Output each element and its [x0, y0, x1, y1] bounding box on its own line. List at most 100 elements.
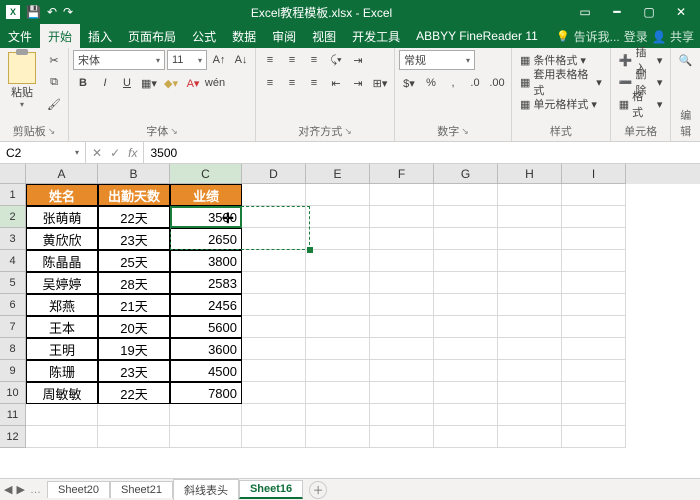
- cell[interactable]: 22天: [98, 382, 170, 404]
- col-header[interactable]: I: [562, 164, 626, 184]
- cell[interactable]: 陈珊: [26, 360, 98, 382]
- cell[interactable]: [306, 382, 370, 404]
- cell[interactable]: [370, 382, 434, 404]
- cell[interactable]: [306, 184, 370, 206]
- cell[interactable]: [562, 404, 626, 426]
- col-header[interactable]: C: [170, 164, 242, 184]
- sheet-tab[interactable]: Sheet21: [110, 481, 173, 498]
- tab-formulas[interactable]: 公式: [184, 24, 224, 48]
- cell[interactable]: [306, 316, 370, 338]
- cell[interactable]: [98, 426, 170, 448]
- tab-file[interactable]: 文件: [0, 24, 40, 48]
- fx-icon[interactable]: fx: [128, 146, 137, 160]
- enter-icon[interactable]: ✓: [110, 146, 120, 160]
- cell[interactable]: [434, 360, 498, 382]
- cell[interactable]: 陈晶晶: [26, 250, 98, 272]
- cell[interactable]: 23天: [98, 360, 170, 382]
- cell[interactable]: [434, 206, 498, 228]
- fill-handle[interactable]: [307, 247, 313, 253]
- font-color-icon[interactable]: A▾: [183, 73, 203, 93]
- col-header[interactable]: H: [498, 164, 562, 184]
- cell[interactable]: 28天: [98, 272, 170, 294]
- cell[interactable]: [370, 294, 434, 316]
- dialog-launcher-icon[interactable]: ↘: [170, 126, 178, 137]
- formula-input[interactable]: 3500: [144, 142, 700, 163]
- orientation-icon[interactable]: ⤹▾: [326, 50, 346, 70]
- cell[interactable]: [498, 338, 562, 360]
- row-header[interactable]: 7: [0, 316, 26, 338]
- cell[interactable]: [170, 426, 242, 448]
- cell[interactable]: [498, 360, 562, 382]
- row-header[interactable]: 6: [0, 294, 26, 316]
- increase-font-icon[interactable]: A↑: [209, 50, 229, 70]
- cell[interactable]: 22天: [98, 206, 170, 228]
- phonetic-icon[interactable]: wén: [205, 73, 225, 93]
- cell[interactable]: [26, 404, 98, 426]
- align-right-icon[interactable]: ≡: [304, 73, 324, 93]
- cell[interactable]: 20天: [98, 316, 170, 338]
- cell[interactable]: [370, 228, 434, 250]
- cell[interactable]: 2650: [170, 228, 242, 250]
- qat-undo-icon[interactable]: ↶: [47, 5, 57, 19]
- dialog-launcher-icon[interactable]: ↘: [48, 126, 56, 137]
- fill-color-icon[interactable]: ◆▾: [161, 73, 181, 93]
- cell[interactable]: [562, 426, 626, 448]
- row-header[interactable]: 12: [0, 426, 26, 448]
- cell[interactable]: 王本: [26, 316, 98, 338]
- cell[interactable]: [434, 316, 498, 338]
- row-header[interactable]: 10: [0, 382, 26, 404]
- new-sheet-button[interactable]: ＋: [309, 481, 327, 499]
- cell[interactable]: [306, 338, 370, 360]
- cell[interactable]: 姓名: [26, 184, 98, 206]
- signin-link[interactable]: 登录: [624, 28, 648, 45]
- cell[interactable]: [562, 294, 626, 316]
- col-header[interactable]: A: [26, 164, 98, 184]
- cell[interactable]: [498, 316, 562, 338]
- table-format-button[interactable]: ▦ 套用表格格式 ▾: [516, 72, 606, 92]
- decrease-font-icon[interactable]: A↓: [231, 50, 251, 70]
- row-header[interactable]: 3: [0, 228, 26, 250]
- tab-abbyy[interactable]: ABBYY FineReader 11: [408, 24, 546, 48]
- cell[interactable]: [434, 228, 498, 250]
- cell[interactable]: [562, 360, 626, 382]
- tab-devtools[interactable]: 开发工具: [344, 24, 408, 48]
- tab-insert[interactable]: 插入: [80, 24, 120, 48]
- cell[interactable]: [98, 404, 170, 426]
- font-size-combo[interactable]: 11▾: [167, 50, 207, 70]
- cell[interactable]: 周敏敏: [26, 382, 98, 404]
- minimize-icon[interactable]: ━: [602, 0, 632, 24]
- cell[interactable]: [242, 206, 306, 228]
- indent-decrease-icon[interactable]: ⇤: [326, 73, 346, 93]
- copy-icon[interactable]: ⧉: [44, 72, 64, 92]
- cell[interactable]: [434, 184, 498, 206]
- select-all-corner[interactable]: [0, 164, 26, 184]
- row-header[interactable]: 11: [0, 404, 26, 426]
- cell[interactable]: 25天: [98, 250, 170, 272]
- cell[interactable]: [498, 250, 562, 272]
- cell[interactable]: [370, 184, 434, 206]
- row-header[interactable]: 5: [0, 272, 26, 294]
- cell[interactable]: [306, 404, 370, 426]
- percent-icon[interactable]: %: [421, 73, 441, 93]
- cell[interactable]: [498, 426, 562, 448]
- cell[interactable]: [306, 294, 370, 316]
- cell[interactable]: [306, 360, 370, 382]
- cell[interactable]: [242, 316, 306, 338]
- row-header[interactable]: 8: [0, 338, 26, 360]
- align-top-icon[interactable]: ≡: [260, 50, 280, 70]
- cell[interactable]: [562, 184, 626, 206]
- cell[interactable]: [242, 250, 306, 272]
- cell[interactable]: 王明: [26, 338, 98, 360]
- cell[interactable]: 21天: [98, 294, 170, 316]
- cell[interactable]: 2456: [170, 294, 242, 316]
- cell[interactable]: 出勤天数: [98, 184, 170, 206]
- sheet-nav-next-icon[interactable]: ▶: [16, 483, 24, 496]
- cell[interactable]: [562, 206, 626, 228]
- format-painter-icon[interactable]: 🖌: [44, 94, 64, 114]
- cell[interactable]: [498, 206, 562, 228]
- cell[interactable]: [242, 360, 306, 382]
- tab-review[interactable]: 审阅: [264, 24, 304, 48]
- wrap-text-icon[interactable]: ⇥: [348, 50, 368, 70]
- dialog-launcher-icon[interactable]: ↘: [461, 126, 469, 137]
- cell[interactable]: [562, 272, 626, 294]
